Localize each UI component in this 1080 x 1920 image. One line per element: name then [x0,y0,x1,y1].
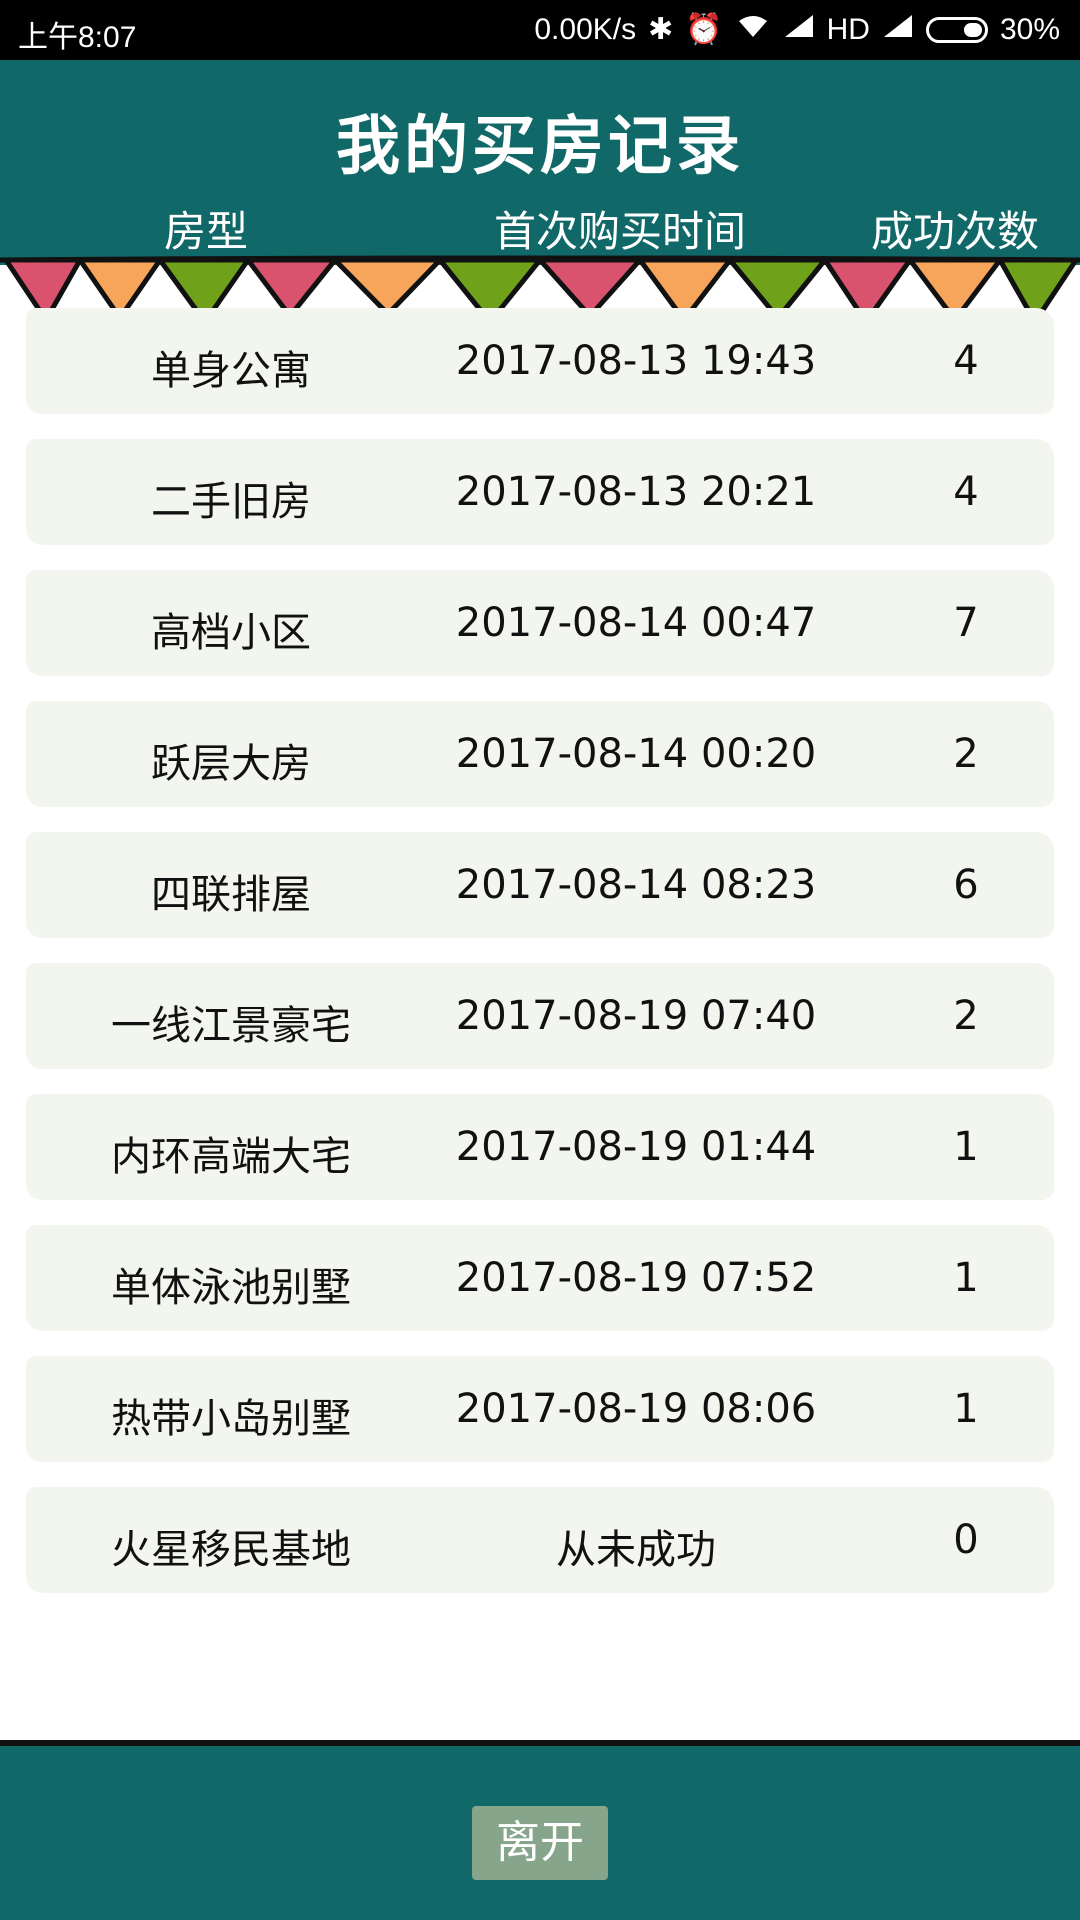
first-purchase-time: 2017-08-19 07:40 [455,993,817,1039]
network-speed: 0.00K/s [534,12,637,46]
signal-icon-2 [882,13,914,47]
header: 我的买房记录 房型 首次购买时间 成功次数 [0,60,1080,265]
first-purchase-time: 2017-08-19 08:06 [455,1386,817,1432]
house-type: 单身公寓 [151,348,311,394]
first-purchase-time: 2017-08-13 19:43 [455,338,817,384]
wifi-icon [735,13,771,47]
table-row: 跃层大房 2017-08-14 00:20 2 [26,701,1054,807]
success-count: 4 [953,338,979,384]
first-purchase-time: 2017-08-19 01:44 [455,1124,817,1170]
success-count: 4 [953,469,979,515]
first-purchase-time: 从未成功 [556,1527,716,1573]
column-headers: 房型 首次购买时间 成功次数 [0,198,1080,256]
table-row: 单体泳池别墅 2017-08-19 07:52 1 [26,1225,1054,1331]
bluetooth-icon: ✱ [648,13,674,46]
house-type: 四联排屋 [151,872,311,918]
first-purchase-time: 2017-08-19 07:52 [455,1255,817,1301]
first-purchase-time: 2017-08-13 20:21 [455,469,817,515]
house-type: 火星移民基地 [111,1527,351,1573]
house-type: 热带小岛别墅 [111,1396,351,1442]
success-count: 1 [953,1386,979,1432]
table-row: 火星移民基地 从未成功 0 [26,1487,1054,1593]
table-row: 单身公寓 2017-08-13 19:43 4 [26,308,1054,414]
house-type: 一线江景豪宅 [111,1003,351,1049]
success-count: 1 [953,1124,979,1170]
signal-icon [783,13,815,47]
status-bar: 上午8:07 0.00K/s ✱ ⏰ HD 30% [0,0,1080,60]
table-row: 高档小区 2017-08-14 00:47 7 [26,570,1054,676]
house-type: 二手旧房 [151,479,311,525]
leave-button[interactable]: 离开 [472,1806,608,1880]
status-icons: 0.00K/s ✱ ⏰ HD 30% [534,12,1060,47]
table-row: 内环高端大宅 2017-08-19 01:44 1 [26,1094,1054,1200]
page-title: 我的买房记录 [336,110,744,184]
first-purchase-time: 2017-08-14 08:23 [455,862,817,908]
table-row: 一线江景豪宅 2017-08-19 07:40 2 [26,963,1054,1069]
success-count: 7 [953,600,979,646]
battery-level: 30% [999,12,1060,46]
first-purchase-time: 2017-08-14 00:47 [455,600,817,646]
footer: 离开 [0,1746,1080,1920]
house-type: 跃层大房 [151,741,311,787]
success-count: 1 [953,1255,979,1301]
hd-label: HD [826,12,870,46]
table-row: 四联排屋 2017-08-14 08:23 6 [26,832,1054,938]
table-row: 二手旧房 2017-08-13 20:21 4 [26,439,1054,545]
status-time: 上午8:07 [18,21,137,54]
alarm-icon: ⏰ [685,13,723,46]
success-count: 2 [953,993,979,1039]
house-type: 单体泳池别墅 [111,1265,351,1311]
house-type: 内环高端大宅 [111,1134,351,1180]
success-count: 0 [953,1517,979,1563]
first-purchase-time: 2017-08-14 00:20 [455,731,817,777]
battery-icon [925,16,988,43]
success-count: 2 [953,731,979,777]
house-type: 高档小区 [151,610,311,656]
success-count: 6 [953,862,979,908]
table-row: 热带小岛别墅 2017-08-19 08:06 1 [26,1356,1054,1462]
